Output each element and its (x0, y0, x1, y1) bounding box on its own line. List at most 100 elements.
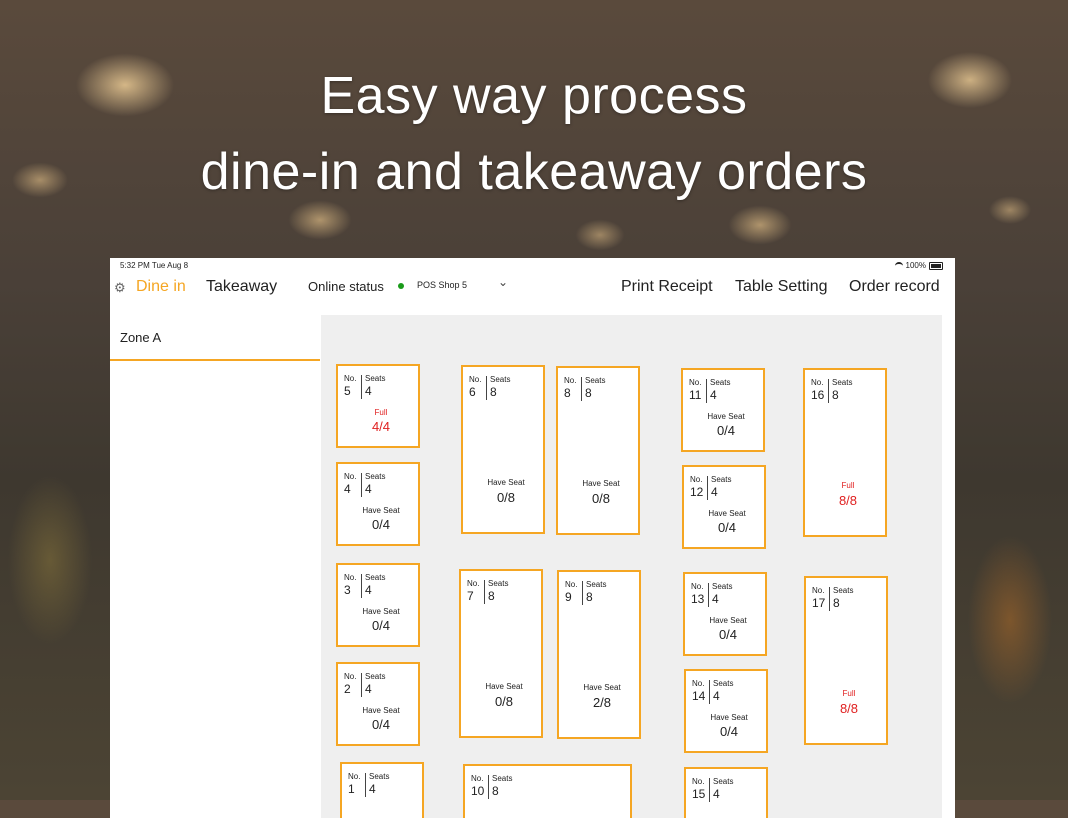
table-number: 6 (469, 385, 476, 399)
table-occupancy: 2/8 (592, 695, 612, 710)
order-record-button[interactable]: Order record (849, 278, 940, 296)
top-nav: ⚙ Dine in Takeaway Online status POS Sho… (110, 274, 955, 302)
table-occupancy: 0/8 (494, 694, 514, 709)
table-status: Have Seat (709, 616, 747, 625)
table-seats: 8 (832, 388, 839, 402)
chevron-down-icon[interactable]: ⌄ (498, 275, 508, 289)
table-number: 8 (564, 386, 571, 400)
table-status: Full (842, 689, 856, 698)
tablet-screen: 5:32 PM Tue Aug 8 100% ⚙ Dine in Takeawa… (110, 258, 955, 818)
table-occupancy: 0/4 (716, 423, 736, 438)
table-occupancy: 0/4 (718, 627, 738, 642)
table-status: Have Seat (362, 607, 400, 616)
table-seats: 4 (713, 787, 720, 801)
table-occupancy: 0/4 (371, 618, 391, 633)
table-occupancy: 0/4 (719, 724, 739, 739)
table-status: Have Seat (583, 683, 621, 692)
table-number: 9 (565, 590, 572, 604)
table-card[interactable]: No. Seats 2 4 Have Seat 0/4 (336, 662, 420, 746)
wifi-icon (894, 261, 903, 270)
table-seats: 4 (710, 388, 717, 402)
table-status: Full (841, 481, 855, 490)
table-number: 4 (344, 482, 351, 496)
table-status: Have Seat (582, 479, 620, 488)
table-number: 13 (691, 592, 705, 606)
table-seats: 4 (365, 682, 372, 696)
table-number: 10 (471, 784, 485, 798)
shop-selector[interactable]: POS Shop 5 (417, 280, 467, 290)
online-status-dot (398, 283, 404, 289)
table-seats: 8 (490, 385, 497, 399)
table-occupancy: 8/8 (839, 701, 859, 716)
battery-icon (929, 261, 943, 270)
table-status: Full (374, 408, 388, 417)
status-bar: 5:32 PM Tue Aug 8 100% (110, 258, 955, 273)
table-card[interactable]: No. Seats 17 8 Full 8/8 (804, 576, 888, 745)
table-card[interactable]: No. Seats 7 8 Have Seat 0/8 (459, 569, 543, 738)
table-occupancy: 8/8 (838, 493, 858, 508)
table-card[interactable]: No. Seats 8 8 Have Seat 0/8 (556, 366, 640, 535)
tab-takeaway[interactable]: Takeaway (206, 278, 277, 296)
table-card[interactable]: No. Seats 16 8 Full 8/8 (803, 368, 887, 537)
online-status-label: Online status (308, 279, 384, 294)
table-status: Have Seat (362, 506, 400, 515)
table-card[interactable]: No. Seats 15 4 (684, 767, 768, 818)
table-number: 7 (467, 589, 474, 603)
table-status: Have Seat (485, 682, 523, 691)
table-seats: 8 (586, 590, 593, 604)
table-card[interactable]: No. Seats 11 4 Have Seat 0/4 (681, 368, 765, 452)
table-seats: 4 (369, 782, 376, 796)
battery-percent: 100% (905, 261, 926, 270)
table-number: 1 (348, 782, 355, 796)
table-number: 11 (689, 388, 702, 402)
table-occupancy: 0/4 (371, 517, 391, 532)
table-card[interactable]: No. Seats 10 8 (463, 764, 632, 818)
table-occupancy: 0/8 (591, 491, 611, 506)
table-card[interactable]: No. Seats 9 8 Have Seat 2/8 (557, 570, 641, 739)
headline-line-2: dine-in and takeaway orders (200, 143, 868, 201)
table-occupancy: 4/4 (371, 419, 391, 434)
table-seats: 4 (711, 485, 718, 499)
gear-icon[interactable]: ⚙ (114, 280, 126, 296)
table-floor: No. Seats 5 4 Full 4/4 No. Seats 4 4 Hav… (321, 315, 942, 818)
table-seats: 8 (833, 596, 840, 610)
headline-line-1: Easy way process (320, 67, 748, 125)
table-seats: 4 (365, 583, 372, 597)
table-seats: 4 (712, 592, 719, 606)
table-status: Have Seat (708, 509, 746, 518)
table-occupancy: 0/4 (371, 717, 391, 732)
table-card[interactable]: No. Seats 5 4 Full 4/4 (336, 364, 420, 448)
table-number: 17 (812, 596, 826, 610)
table-card[interactable]: No. Seats 3 4 Have Seat 0/4 (336, 563, 420, 647)
table-seats: 8 (492, 784, 499, 798)
table-seats: 8 (488, 589, 495, 603)
table-card[interactable]: No. Seats 6 8 Have Seat 0/8 (461, 365, 545, 534)
table-card[interactable]: No. Seats 14 4 Have Seat 0/4 (684, 669, 768, 753)
table-status: Have Seat (487, 478, 525, 487)
table-number: 14 (692, 689, 706, 703)
table-occupancy: 0/4 (717, 520, 737, 535)
table-status: Have Seat (707, 412, 745, 421)
table-card[interactable]: No. Seats 4 4 Have Seat 0/4 (336, 462, 420, 546)
table-card[interactable]: No. Seats 12 4 Have Seat 0/4 (682, 465, 766, 549)
table-number: 5 (344, 384, 351, 398)
zone-tab-underline (110, 359, 320, 361)
table-setting-button[interactable]: Table Setting (735, 278, 828, 296)
table-card[interactable]: No. Seats 13 4 Have Seat 0/4 (683, 572, 767, 656)
table-number: 3 (344, 583, 351, 597)
table-status: Have Seat (710, 713, 748, 722)
status-time: 5:32 PM Tue Aug 8 (120, 261, 189, 270)
table-card[interactable]: No. Seats 1 4 (340, 762, 424, 818)
table-number: 12 (690, 485, 704, 499)
table-seats: 4 (365, 384, 372, 398)
table-seats: 8 (585, 386, 592, 400)
print-receipt-button[interactable]: Print Receipt (621, 278, 713, 296)
table-number: 15 (692, 787, 706, 801)
table-status: Have Seat (362, 706, 400, 715)
zone-tab-a[interactable]: Zone A (120, 330, 161, 345)
table-number: 2 (344, 682, 351, 696)
table-seats: 4 (365, 482, 372, 496)
table-number: 16 (811, 388, 825, 402)
table-occupancy: 0/8 (496, 490, 516, 505)
tab-dine-in[interactable]: Dine in (136, 278, 186, 296)
